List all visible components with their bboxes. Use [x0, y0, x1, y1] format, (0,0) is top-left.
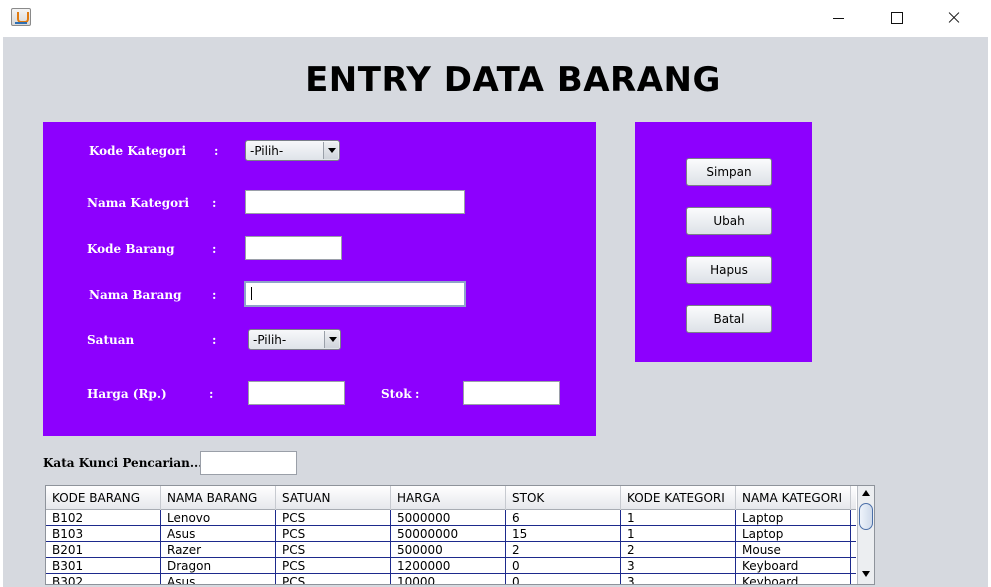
table-cell[interactable]: Asus	[161, 574, 276, 584]
scroll-down-icon[interactable]	[859, 567, 873, 581]
harga-label: Harga (Rp.)	[87, 387, 167, 401]
table-cell[interactable]: Lenovo	[161, 510, 276, 526]
satuan-label: Satuan	[87, 333, 135, 347]
table-cell[interactable]: 1200000	[391, 558, 506, 574]
table-row[interactable]: B302 Asus PCS 10000 0 3 Keyboard	[46, 574, 856, 584]
table-cell[interactable]: 15	[506, 526, 621, 542]
table-cell[interactable]: B201	[46, 542, 161, 558]
nama-barang-input[interactable]	[244, 281, 466, 307]
column-header[interactable]: KODE KATEGORI	[621, 486, 736, 510]
batal-button[interactable]: Batal	[686, 305, 772, 333]
nama-barang-colon: :	[212, 288, 217, 302]
kode-kategori-colon: :	[214, 144, 219, 158]
table-cell[interactable]: 1	[621, 510, 736, 526]
window-titlebar	[0, 0, 991, 37]
scroll-up-icon[interactable]	[859, 487, 873, 501]
table-cell[interactable]: Keyboard	[736, 574, 851, 584]
data-table[interactable]: KODE BARANG NAMA BARANG SATUAN HARGA STOK KOD…	[45, 485, 875, 585]
kode-barang-label: Kode Barang	[87, 242, 175, 256]
table-row[interactable]: B103 Asus PCS 50000000 15 1 Laptop	[46, 526, 856, 542]
table-cell[interactable]: B301	[46, 558, 161, 574]
search-label: Kata Kunci Pencarian...	[43, 456, 203, 470]
table-cell[interactable]: 500000	[391, 542, 506, 558]
search-input[interactable]	[200, 451, 297, 475]
column-header[interactable]: HARGA	[391, 486, 506, 510]
stok-input[interactable]	[463, 381, 560, 405]
nama-kategori-label: Nama Kategori	[87, 196, 190, 210]
table-cell[interactable]: 1	[621, 526, 736, 542]
table-cell[interactable]: 10000	[391, 574, 506, 584]
close-button[interactable]	[925, 0, 983, 37]
button-panel: Simpan Ubah Hapus Batal	[635, 122, 812, 362]
table-header: KODE BARANG NAMA BARANG SATUAN HARGA STOK KOD…	[46, 486, 856, 510]
table-row[interactable]: B301 Dragon PCS 1200000 0 3 Keyboard	[46, 558, 856, 574]
satuan-select[interactable]: -Pilih-	[248, 329, 341, 350]
table-cell[interactable]: B102	[46, 510, 161, 526]
table-cell[interactable]: 0	[506, 574, 621, 584]
harga-colon: :	[209, 387, 214, 401]
table-cell[interactable]: Razer	[161, 542, 276, 558]
kode-kategori-select[interactable]: -Pilih-	[245, 140, 340, 161]
maximize-button[interactable]	[867, 0, 925, 37]
hapus-button[interactable]: Hapus	[686, 256, 772, 284]
harga-input[interactable]	[248, 381, 345, 405]
satuan-colon: :	[212, 333, 217, 347]
table-cell[interactable]: 3	[621, 558, 736, 574]
nama-kategori-input[interactable]	[245, 190, 465, 214]
minimize-button[interactable]	[809, 0, 867, 37]
table-cell[interactable]: PCS	[276, 526, 391, 542]
chevron-down-icon[interactable]	[323, 142, 338, 159]
scroll-thumb[interactable]	[859, 503, 873, 530]
table-cell[interactable]: Mouse	[736, 542, 851, 558]
java-cup-icon[interactable]	[11, 8, 31, 26]
simpan-button[interactable]: Simpan	[686, 158, 772, 186]
table-cell[interactable]: B103	[46, 526, 161, 542]
stok-label: Stok	[381, 387, 412, 401]
satuan-selected: -Pilih-	[253, 333, 287, 347]
kode-barang-colon: :	[212, 242, 217, 256]
stok-colon: :	[415, 387, 420, 401]
table-cell[interactable]: Dragon	[161, 558, 276, 574]
table-row[interactable]: B102 Lenovo PCS 5000000 6 1 Laptop	[46, 510, 856, 526]
column-header[interactable]: STOK	[506, 486, 621, 510]
kode-kategori-label: Kode Kategori	[89, 144, 187, 158]
table-cell[interactable]: 3	[621, 574, 736, 584]
table-cell[interactable]: PCS	[276, 574, 391, 584]
kode-barang-input[interactable]	[245, 236, 342, 260]
column-header[interactable]: KODE BARANG	[46, 486, 161, 510]
text-caret	[251, 287, 252, 300]
chevron-down-icon[interactable]	[324, 331, 339, 348]
table-cell[interactable]: Asus	[161, 526, 276, 542]
table-cell[interactable]: 2	[621, 542, 736, 558]
table-cell[interactable]: 0	[506, 558, 621, 574]
page-title: ENTRY DATA BARANG	[305, 60, 721, 100]
vertical-scrollbar[interactable]	[857, 486, 874, 584]
table-cell[interactable]: 2	[506, 542, 621, 558]
table-cell[interactable]: PCS	[276, 510, 391, 526]
form-panel: Kode Kategori : -Pilih- Nama Kategori : …	[43, 122, 596, 436]
table-cell[interactable]: PCS	[276, 558, 391, 574]
table-cell[interactable]: Keyboard	[736, 558, 851, 574]
table-cell[interactable]: Laptop	[736, 510, 851, 526]
kode-kategori-selected: -Pilih-	[250, 144, 284, 158]
table-cell[interactable]: 6	[506, 510, 621, 526]
table-cell[interactable]: PCS	[276, 542, 391, 558]
table-cell[interactable]: Laptop	[736, 526, 851, 542]
table-cell[interactable]: 5000000	[391, 510, 506, 526]
table-body: B102 Lenovo PCS 5000000 6 1 Laptop B103 Asus PCS 5…	[46, 510, 856, 584]
table-cell[interactable]: 50000000	[391, 526, 506, 542]
nama-barang-label: Nama Barang	[89, 288, 182, 302]
table-cell[interactable]: B302	[46, 574, 161, 584]
column-header[interactable]: NAMA KATEGORI	[736, 486, 851, 510]
table-row[interactable]: B201 Razer PCS 500000 2 2 Mouse	[46, 542, 856, 558]
nama-kategori-colon: :	[212, 196, 217, 210]
column-header[interactable]: NAMA BARANG	[161, 486, 276, 510]
column-header[interactable]: SATUAN	[276, 486, 391, 510]
ubah-button[interactable]: Ubah	[686, 207, 772, 235]
